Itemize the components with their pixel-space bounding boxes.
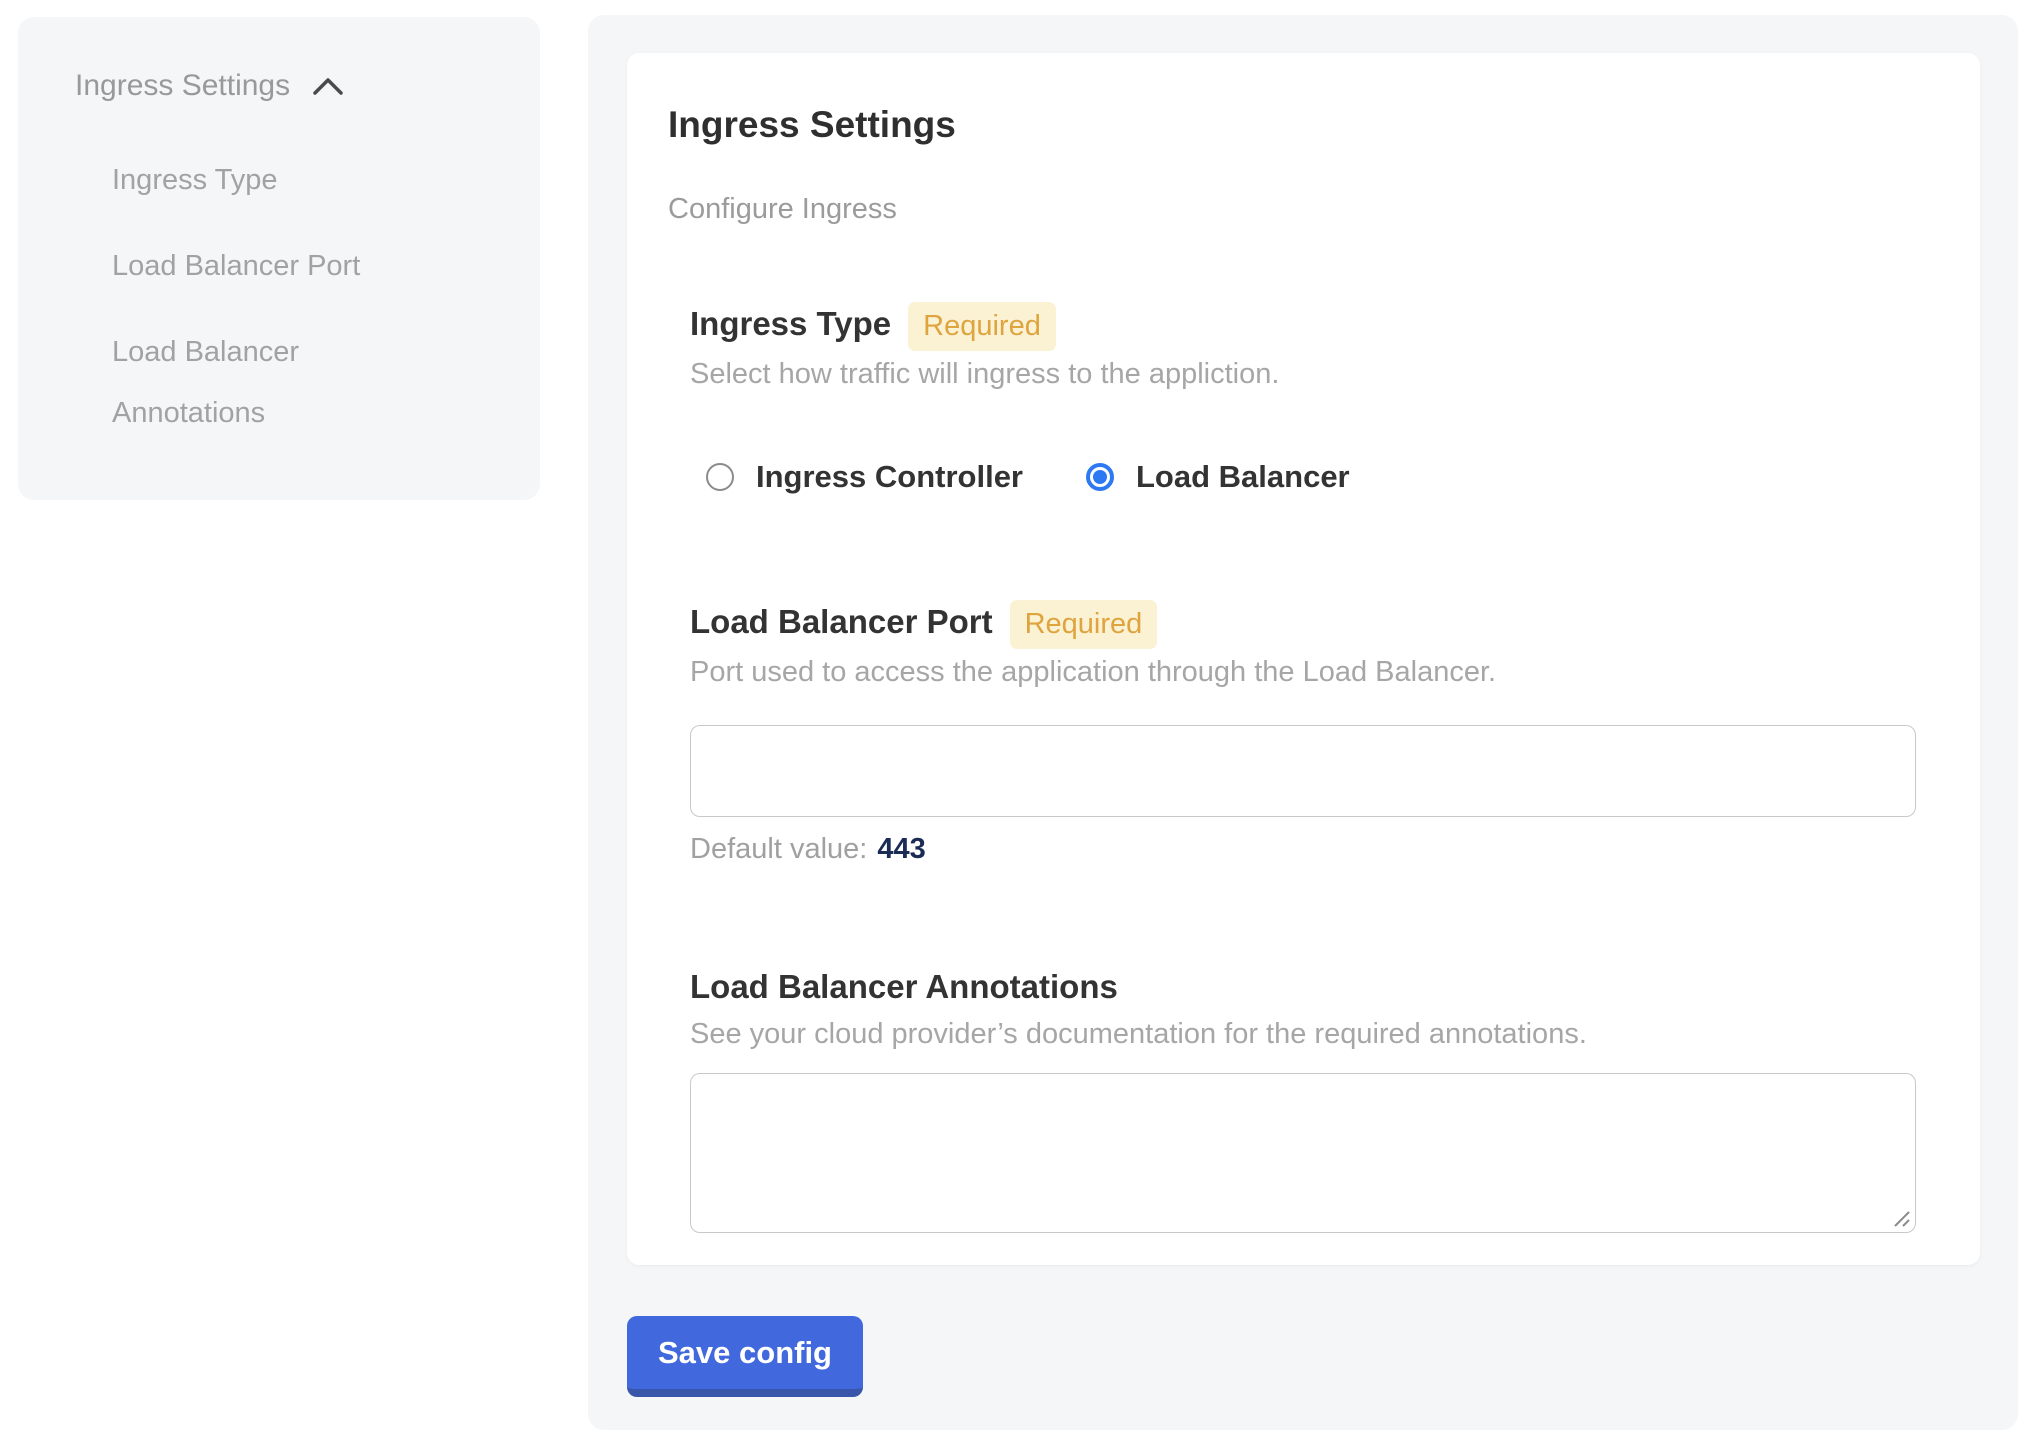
sidebar-group-label: Ingress Settings	[75, 67, 290, 105]
form-sections: Ingress Type Required Select how traffic…	[668, 299, 1920, 1233]
required-badge: Required	[908, 302, 1056, 351]
section-heading-ingress-type: Ingress Type	[690, 303, 891, 345]
radio-label-load-balancer: Load Balancer	[1136, 459, 1350, 495]
section-help-load-balancer-annotations: See your cloud provider’s documentation …	[690, 1017, 1920, 1051]
load-balancer-port-input[interactable]	[690, 725, 1916, 817]
radio-option-load-balancer[interactable]: Load Balancer	[1086, 459, 1350, 495]
section-load-balancer-annotations: Load Balancer Annotations See your cloud…	[690, 966, 1920, 1233]
section-help-load-balancer-port: Port used to access the application thro…	[690, 655, 1920, 689]
section-help-ingress-type: Select how traffic will ingress to the a…	[690, 357, 1920, 391]
radio-unselected-icon[interactable]	[706, 463, 734, 491]
sidebar-group-ingress-settings[interactable]: Ingress Settings	[75, 67, 500, 105]
default-value-label: Default value:	[690, 833, 867, 865]
ingress-type-radio-group: Ingress Controller Load Balancer	[706, 459, 1920, 495]
section-heading-load-balancer-port: Load Balancer Port	[690, 601, 993, 643]
sidebar-item-load-balancer-annotations[interactable]: Load Balancer Annotations	[112, 322, 442, 444]
chevron-up-icon	[312, 76, 344, 96]
section-heading-load-balancer-annotations: Load Balancer Annotations	[690, 966, 1118, 1008]
save-config-button[interactable]: Save config	[627, 1316, 863, 1397]
section-ingress-type: Ingress Type Required Select how traffic…	[690, 299, 1920, 495]
load-balancer-annotations-textarea[interactable]	[690, 1073, 1916, 1233]
required-badge: Required	[1010, 600, 1158, 649]
default-value-number: 443	[877, 833, 925, 865]
resize-handle-icon[interactable]	[1889, 1206, 1911, 1228]
page-subtitle: Configure Ingress	[668, 193, 1920, 225]
sidebar-item-ingress-type[interactable]: Ingress Type	[112, 150, 442, 211]
default-value-row: Default value: 443	[690, 833, 1920, 866]
radio-selected-icon[interactable]	[1086, 463, 1114, 491]
radio-option-ingress-controller[interactable]: Ingress Controller	[706, 459, 1023, 495]
config-main-panel: Ingress Settings Configure Ingress Ingre…	[588, 15, 2018, 1430]
radio-label-ingress-controller: Ingress Controller	[756, 459, 1023, 495]
ingress-settings-card: Ingress Settings Configure Ingress Ingre…	[627, 53, 1980, 1265]
config-nav-sidebar: Ingress Settings Ingress Type Load Balan…	[18, 17, 540, 500]
sidebar-item-list: Ingress Type Load Balancer Port Load Bal…	[75, 150, 500, 444]
page-title: Ingress Settings	[668, 105, 1920, 145]
annotations-textarea-wrap	[690, 1073, 1916, 1233]
section-load-balancer-port: Load Balancer Port Required Port used to…	[690, 597, 1920, 866]
sidebar-item-load-balancer-port[interactable]: Load Balancer Port	[112, 236, 442, 297]
